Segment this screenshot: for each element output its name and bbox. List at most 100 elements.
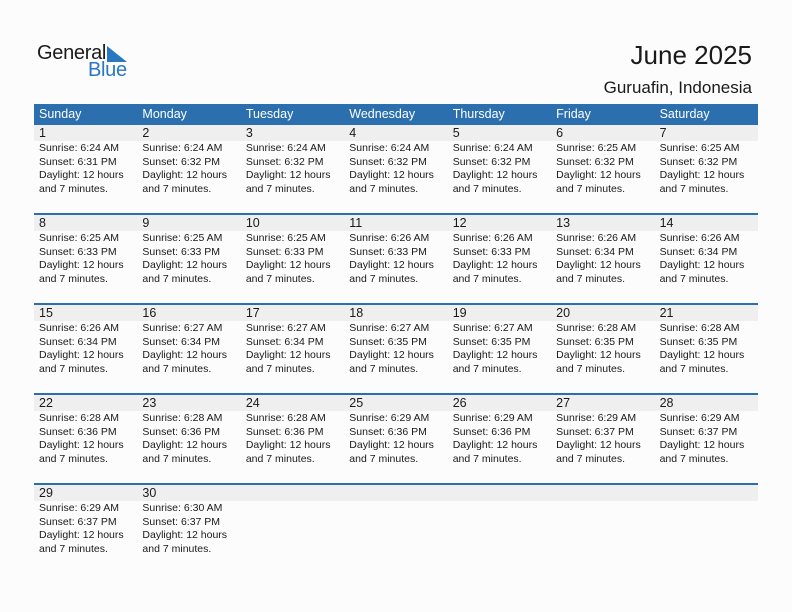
daylight-minutes-text: and 7 minutes. bbox=[556, 182, 626, 195]
weekday-wednesday: Wednesday bbox=[349, 107, 416, 121]
daylight-text: Daylight: 12 hours bbox=[245, 169, 331, 182]
day-cell: Sunrise: 6:30 AM Sunset: 6:37 PM Daylight:… bbox=[137, 501, 240, 556]
sunset-text: Sunset: 6:32 PM bbox=[349, 155, 427, 168]
day-cell: Sunrise: 6:24 AM Sunset: 6:32 PM Daylight:… bbox=[241, 141, 344, 196]
sunrise-text: Sunrise: 6:26 AM bbox=[452, 232, 533, 244]
daylight-minutes-text: and 7 minutes. bbox=[39, 182, 108, 195]
day-cell bbox=[241, 501, 344, 556]
daylight-minutes-text: and 7 minutes. bbox=[556, 362, 626, 375]
daylight-text: Daylight: 12 hours bbox=[452, 439, 538, 452]
sunset-text: Sunset: 6:31 PM bbox=[39, 155, 117, 168]
daylight-text: Daylight: 12 hours bbox=[39, 349, 124, 362]
daylight-minutes-text: and 7 minutes. bbox=[142, 272, 212, 285]
sunrise-text: Sunrise: 6:25 AM bbox=[556, 142, 637, 154]
sunrise-text: Sunrise: 6:25 AM bbox=[659, 142, 740, 154]
daylight-text: Daylight: 12 hours bbox=[349, 439, 434, 452]
sunset-text: Sunset: 6:34 PM bbox=[142, 335, 221, 348]
day-number: 21 bbox=[659, 306, 674, 320]
daylight-text: Daylight: 12 hours bbox=[452, 169, 538, 182]
sunrise-text: Sunrise: 6:25 AM bbox=[142, 232, 223, 244]
day-number: 17 bbox=[245, 306, 260, 320]
day-cell: Sunrise: 6:28 AM Sunset: 6:36 PM Daylight:… bbox=[137, 411, 240, 466]
day-cell: Sunrise: 6:28 AM Sunset: 6:36 PM Daylight:… bbox=[34, 411, 137, 466]
weekday-saturday: Saturday bbox=[659, 107, 710, 121]
sunset-text: Sunset: 6:33 PM bbox=[452, 245, 531, 258]
day-number: 5 bbox=[452, 126, 460, 140]
daylight-text: Daylight: 12 hours bbox=[142, 259, 228, 272]
day-number: 24 bbox=[245, 396, 260, 410]
date-strip: 22 23 24 25 26 27 28 bbox=[34, 395, 758, 411]
daylight-text: Daylight: 12 hours bbox=[349, 349, 434, 362]
day-cell bbox=[551, 501, 654, 556]
day-number bbox=[551, 485, 654, 501]
daylight-minutes-text: and 7 minutes. bbox=[39, 452, 108, 465]
day-cell: Sunrise: 6:24 AM Sunset: 6:32 PM Daylight:… bbox=[344, 141, 447, 196]
sunset-text: Sunset: 6:34 PM bbox=[556, 245, 634, 258]
sunrise-text: Sunrise: 6:25 AM bbox=[39, 232, 119, 244]
day-cell: Sunrise: 6:26 AM Sunset: 6:34 PM Daylight:… bbox=[655, 231, 758, 286]
day-cell: Sunrise: 6:27 AM Sunset: 6:34 PM Daylight:… bbox=[241, 321, 344, 376]
sunset-text: Sunset: 6:32 PM bbox=[659, 155, 738, 168]
sunrise-text: Sunrise: 6:24 AM bbox=[39, 142, 119, 154]
sunrise-text: Sunrise: 6:30 AM bbox=[142, 502, 223, 514]
day-number: 13 bbox=[556, 216, 571, 230]
page-title: June 2025 bbox=[630, 40, 752, 70]
day-number: 4 bbox=[349, 126, 357, 140]
sunset-text: Sunset: 6:35 PM bbox=[556, 335, 634, 348]
day-cell: Sunrise: 6:29 AM Sunset: 6:37 PM Daylight:… bbox=[551, 411, 654, 466]
sunrise-text: Sunrise: 6:28 AM bbox=[556, 322, 637, 334]
sunset-text: Sunset: 6:34 PM bbox=[245, 335, 324, 348]
daylight-text: Daylight: 12 hours bbox=[142, 169, 228, 182]
day-number: 2 bbox=[142, 126, 150, 140]
logo-word-blue: Blue bbox=[88, 59, 127, 81]
day-cell bbox=[655, 501, 758, 556]
daylight-minutes-text: and 7 minutes. bbox=[39, 362, 108, 375]
day-cell: Sunrise: 6:27 AM Sunset: 6:34 PM Daylight:… bbox=[137, 321, 240, 376]
day-number: 7 bbox=[659, 126, 667, 140]
day-number: 27 bbox=[556, 396, 571, 410]
day-info-row: Sunrise: 6:28 AM Sunset: 6:36 PM Daylight:… bbox=[34, 411, 758, 466]
day-cell: Sunrise: 6:24 AM Sunset: 6:32 PM Daylight:… bbox=[137, 141, 240, 196]
date-strip: 29 30 bbox=[34, 485, 758, 501]
sunset-text: Sunset: 6:34 PM bbox=[659, 245, 738, 258]
day-number: 1 bbox=[39, 126, 46, 140]
sunrise-text: Sunrise: 6:26 AM bbox=[39, 322, 119, 334]
daylight-minutes-text: and 7 minutes. bbox=[349, 272, 419, 285]
sunrise-text: Sunrise: 6:27 AM bbox=[452, 322, 533, 334]
day-cell: Sunrise: 6:29 AM Sunset: 6:37 PM Daylight:… bbox=[34, 501, 137, 556]
day-cell: Sunrise: 6:28 AM Sunset: 6:35 PM Daylight:… bbox=[551, 321, 654, 376]
sunrise-text: Sunrise: 6:27 AM bbox=[245, 322, 326, 334]
week-row: 22 23 24 25 26 27 28 Sunrise: 6:28 AM Sunset: 6:… bbox=[34, 393, 758, 483]
daylight-text: Daylight: 12 hours bbox=[245, 439, 331, 452]
day-number: 14 bbox=[659, 216, 674, 230]
daylight-text: Daylight: 12 hours bbox=[659, 439, 745, 452]
day-number bbox=[655, 485, 758, 501]
sunrise-text: Sunrise: 6:27 AM bbox=[142, 322, 223, 334]
daylight-minutes-text: and 7 minutes. bbox=[245, 362, 315, 375]
daylight-text: Daylight: 12 hours bbox=[39, 439, 124, 452]
daylight-text: Daylight: 12 hours bbox=[452, 259, 538, 272]
day-number: 22 bbox=[39, 396, 53, 410]
day-cell: Sunrise: 6:29 AM Sunset: 6:36 PM Daylight:… bbox=[448, 411, 551, 466]
daylight-minutes-text: and 7 minutes. bbox=[245, 452, 315, 465]
day-number bbox=[448, 485, 551, 501]
daylight-minutes-text: and 7 minutes. bbox=[245, 182, 315, 195]
daylight-minutes-text: and 7 minutes. bbox=[659, 452, 729, 465]
sunrise-text: Sunrise: 6:25 AM bbox=[245, 232, 326, 244]
daylight-minutes-text: and 7 minutes. bbox=[142, 542, 212, 555]
daylight-minutes-text: and 7 minutes. bbox=[142, 362, 212, 375]
sunrise-text: Sunrise: 6:24 AM bbox=[245, 142, 326, 154]
sunset-text: Sunset: 6:33 PM bbox=[39, 245, 117, 258]
day-number: 16 bbox=[142, 306, 157, 320]
week-row: 15 16 17 18 19 20 21 Sunrise: 6:26 AM Sunset: 6:… bbox=[34, 303, 758, 393]
sunset-text: Sunset: 6:33 PM bbox=[349, 245, 427, 258]
daylight-text: Daylight: 12 hours bbox=[142, 349, 228, 362]
day-info-row: Sunrise: 6:24 AM Sunset: 6:31 PM Daylight:… bbox=[34, 141, 758, 196]
sunset-text: Sunset: 6:33 PM bbox=[142, 245, 221, 258]
sunset-text: Sunset: 6:32 PM bbox=[142, 155, 221, 168]
sunrise-text: Sunrise: 6:28 AM bbox=[245, 412, 326, 424]
daylight-text: Daylight: 12 hours bbox=[556, 349, 641, 362]
weeks-container: 1 2 3 4 5 6 7 Sunrise: 6:24 AM Sunset: 6:31 PM Da… bbox=[34, 125, 758, 573]
sunset-text: Sunset: 6:33 PM bbox=[245, 245, 324, 258]
sunset-text: Sunset: 6:37 PM bbox=[39, 515, 117, 528]
